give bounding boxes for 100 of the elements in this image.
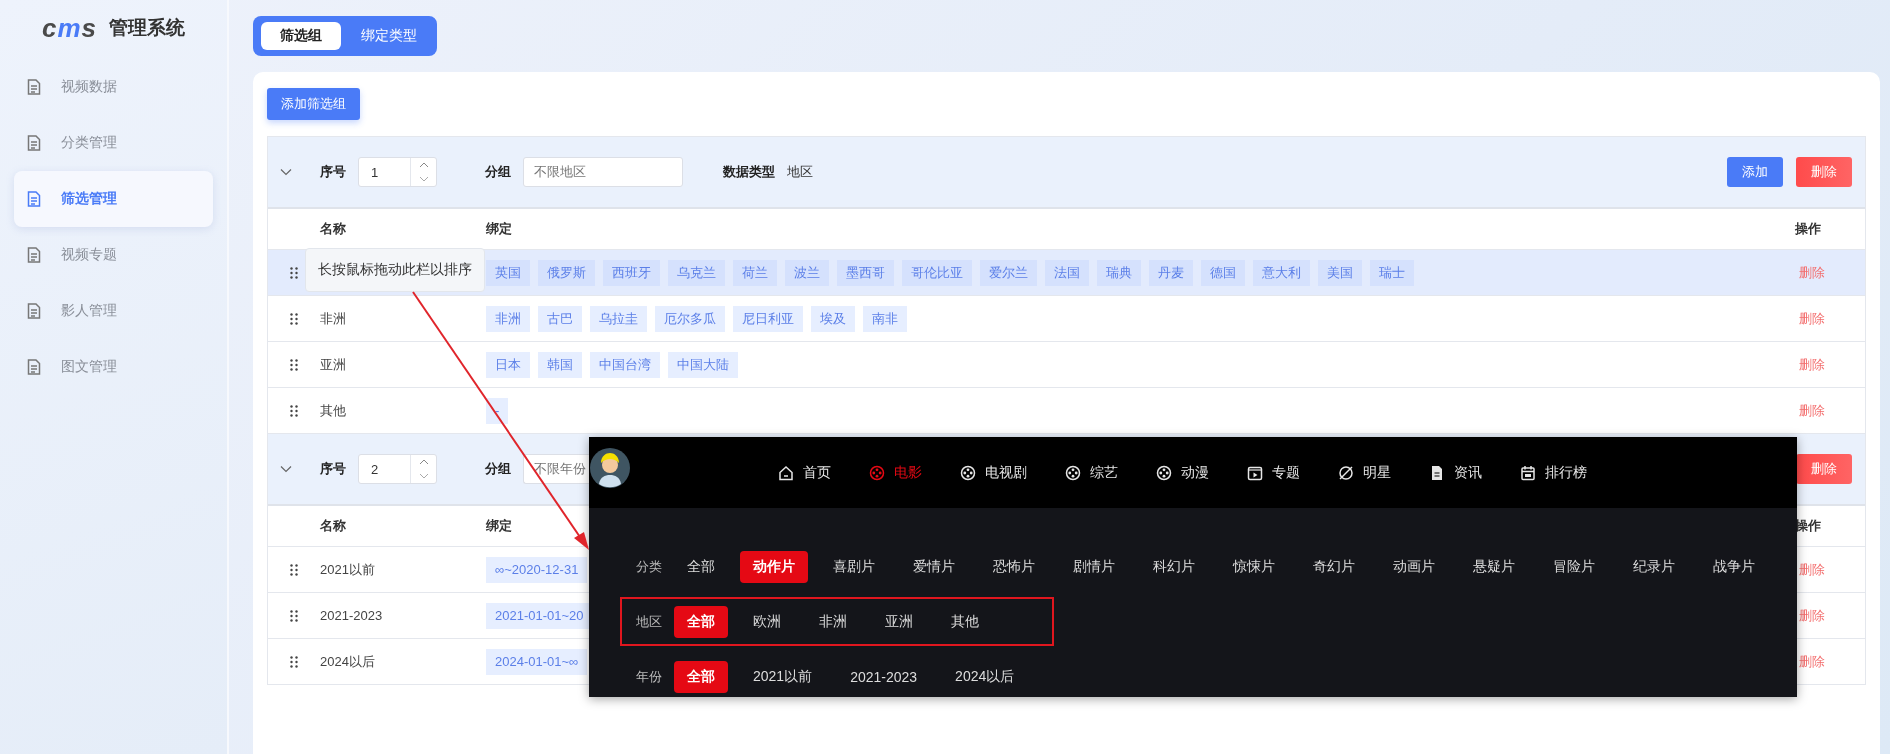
document-icon <box>27 135 41 151</box>
tag: 意大利 <box>1253 259 1310 286</box>
filter-chip[interactable]: 战争片 <box>1700 550 1768 583</box>
nav-link[interactable]: 电影 <box>869 463 922 482</box>
slashed-circle-icon <box>1338 464 1354 481</box>
document-icon <box>27 191 41 207</box>
tag: ∞~2020-12-31 <box>486 556 588 583</box>
tab[interactable]: 绑定类型 <box>349 22 429 50</box>
filter-chip[interactable]: 欧洲 <box>740 605 794 638</box>
tag: 2024-01-01~∞ <box>486 648 588 675</box>
tag: 乌拉圭 <box>590 305 647 332</box>
filter-chip[interactable]: 惊悚片 <box>1220 550 1288 583</box>
filter-chip[interactable]: 其他 <box>938 605 992 638</box>
nav-link[interactable]: 电视剧 <box>960 463 1027 482</box>
table-cell-text: 2024以后 <box>320 652 376 671</box>
calendar-icon <box>1520 464 1536 481</box>
filter-chip[interactable]: 剧情片 <box>1060 550 1128 583</box>
add-group-button[interactable]: 添加筛选组 <box>267 88 360 120</box>
drag-handle-icon[interactable] <box>290 266 298 279</box>
add-button[interactable]: 添加 <box>1727 157 1783 187</box>
nav-link[interactable]: 首页 <box>778 463 831 482</box>
filter-chip[interactable]: 全部 <box>674 605 728 638</box>
tag: 美国 <box>1318 259 1362 286</box>
filter-chip[interactable]: 非洲 <box>806 605 860 638</box>
tag: 尼日利亚 <box>733 305 803 332</box>
drag-handle-icon[interactable] <box>290 312 298 325</box>
document-icon <box>1429 464 1445 481</box>
field-label: 序号 <box>320 460 346 478</box>
column-header: 操作 <box>1795 220 1822 238</box>
nav-link[interactable]: 资讯 <box>1429 463 1482 482</box>
filter-chip[interactable]: 2021-2023 <box>837 660 931 693</box>
number-field[interactable]: 1 <box>358 157 437 187</box>
field-label: 数据类型 <box>723 163 775 181</box>
filter-chip[interactable]: 全部 <box>674 550 728 583</box>
filter-chip[interactable]: 2024以后 <box>942 660 1028 693</box>
nav-link[interactable]: 动漫 <box>1156 463 1209 482</box>
group-field[interactable]: 不限地区 <box>523 157 683 187</box>
film-reel-icon <box>960 464 976 481</box>
filter-chip[interactable]: 奇幻片 <box>1300 550 1368 583</box>
filter-chip[interactable]: 喜剧片 <box>820 550 888 583</box>
field-label: 分组 <box>485 460 511 478</box>
drag-handle-icon[interactable] <box>290 563 298 576</box>
tag: 墨西哥 <box>837 259 894 286</box>
field-label: 序号 <box>320 163 346 181</box>
sidebar-item[interactable]: 筛选管理 <box>14 171 213 227</box>
tag: 英国 <box>486 259 530 286</box>
filter-label: 地区 <box>636 612 662 631</box>
nav-link[interactable]: 明星 <box>1338 463 1391 482</box>
filter-chip[interactable]: 动画片 <box>1380 550 1448 583</box>
filter-chip[interactable]: 冒险片 <box>1540 550 1608 583</box>
nav-link[interactable]: 专题 <box>1247 463 1300 482</box>
filter-chip[interactable]: 恐怖片 <box>980 550 1048 583</box>
tag: 南非 <box>863 305 907 332</box>
document-icon <box>27 303 41 319</box>
filter-chip[interactable]: 动作片 <box>740 550 808 583</box>
tag: 俄罗斯 <box>538 259 595 286</box>
drag-handle-icon[interactable] <box>290 609 298 622</box>
tag: 埃及 <box>811 305 855 332</box>
chevron-down-icon[interactable] <box>280 465 292 473</box>
tag: 乌克兰 <box>668 259 725 286</box>
number-field[interactable]: 2 <box>358 454 437 484</box>
film-reel-icon <box>1156 464 1172 481</box>
filter-chip[interactable]: 悬疑片 <box>1460 550 1528 583</box>
filter-chip[interactable]: 科幻片 <box>1140 550 1208 583</box>
tag: 哥伦比亚 <box>902 259 972 286</box>
document-icon <box>27 79 41 95</box>
tag: 中国大陆 <box>668 351 738 378</box>
tag: 爱尔兰 <box>980 259 1037 286</box>
tag: 丹麦 <box>1149 259 1193 286</box>
tag: - <box>486 397 509 424</box>
play-square-icon <box>1247 464 1263 481</box>
chevron-down-icon[interactable] <box>280 168 292 176</box>
drag-handle-icon[interactable] <box>290 655 298 668</box>
chevron-up-icon[interactable] <box>418 162 429 168</box>
column-header: 绑定 <box>486 517 513 535</box>
chevron-up-icon[interactable] <box>418 459 429 465</box>
tag: 波兰 <box>785 259 829 286</box>
group-field[interactable]: 不限年份 <box>523 454 589 484</box>
avatar-icon[interactable] <box>590 447 630 488</box>
tooltip: 长按鼠标拖动此栏以排序 <box>305 248 485 292</box>
column-header: 绑定 <box>486 220 513 238</box>
column-header: 名称 <box>320 220 347 238</box>
filter-chip[interactable]: 爱情片 <box>900 550 968 583</box>
filter-chip[interactable]: 亚洲 <box>872 605 926 638</box>
filter-label: 分类 <box>636 557 662 576</box>
filter-chip[interactable]: 纪录片 <box>1620 550 1688 583</box>
nav-link[interactable]: 综艺 <box>1065 463 1118 482</box>
filter-chip[interactable]: 2021以前 <box>740 660 826 693</box>
drag-handle-icon[interactable] <box>290 358 298 371</box>
tab[interactable]: 筛选组 <box>261 22 341 50</box>
tag: 荷兰 <box>733 259 777 286</box>
filter-chip[interactable]: 全部 <box>674 660 728 693</box>
nav-link[interactable]: 排行榜 <box>1520 463 1587 482</box>
drag-handle-icon[interactable] <box>290 404 298 417</box>
field-label: 分组 <box>485 163 511 181</box>
app-title: 管理系统 <box>109 16 186 40</box>
tag: 非洲 <box>486 305 530 332</box>
home-icon <box>778 464 794 481</box>
document-icon <box>27 359 41 375</box>
tag: 日本 <box>486 351 530 378</box>
